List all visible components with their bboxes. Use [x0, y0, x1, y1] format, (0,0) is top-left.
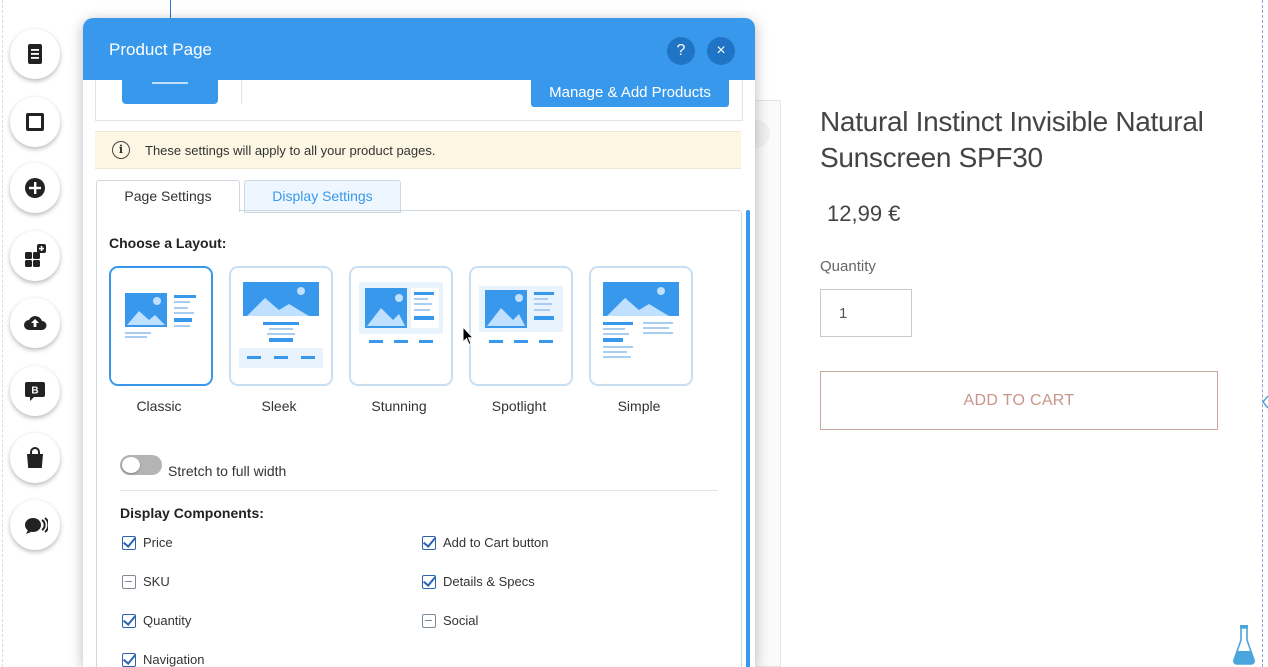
component-quantity[interactable]: Quantity	[122, 613, 191, 628]
manage-products-button[interactable]: Manage & Add Products	[531, 80, 729, 107]
component-price[interactable]: Price	[122, 535, 173, 550]
panel-header[interactable]: Product Page ? ×	[83, 18, 755, 80]
sleek-layout-icon	[239, 282, 323, 368]
quantity-input[interactable]: 1	[820, 289, 912, 337]
component-add-to-cart[interactable]: Add to Cart button	[422, 535, 549, 550]
tab-page-settings[interactable]: Page Settings	[96, 180, 240, 212]
checkbox-icon[interactable]	[422, 613, 436, 628]
checkbox-icon[interactable]	[422, 574, 436, 589]
product-page-panel: Product Page ? × Manage & Add Products i…	[83, 18, 755, 667]
notice-banner: i These settings will apply to all your …	[95, 131, 741, 169]
checkbox-icon[interactable]	[122, 613, 136, 628]
layout-spotlight[interactable]	[469, 266, 573, 386]
page-strip	[755, 100, 781, 667]
component-details-specs[interactable]: Details & Specs	[422, 574, 535, 589]
layout-label-sleek: Sleek	[261, 398, 297, 414]
stretch-toggle[interactable]	[120, 455, 162, 475]
add-apps-icon[interactable]	[10, 231, 60, 281]
spotlight-layout-icon	[479, 286, 563, 343]
background-icon[interactable]	[10, 97, 60, 147]
layout-simple[interactable]	[589, 266, 693, 386]
checkbox-icon[interactable]	[122, 535, 136, 550]
mouse-cursor-icon	[462, 326, 474, 346]
panel-body: Manage & Add Products i These settings w…	[83, 80, 755, 667]
checkbox-icon[interactable]	[122, 652, 136, 667]
quantity-label: Quantity	[820, 258, 876, 275]
panel-title: Product Page	[109, 40, 213, 59]
tab-display-settings[interactable]: Display Settings	[244, 180, 401, 213]
flask-icon[interactable]	[1232, 623, 1256, 665]
components-heading: Display Components:	[120, 505, 264, 521]
svg-text:B: B	[31, 386, 38, 397]
layout-classic[interactable]	[109, 266, 213, 386]
upload-icon[interactable]	[10, 298, 60, 348]
layout-label-spotlight: Spotlight	[491, 398, 547, 414]
product-strip: Manage & Add Products	[95, 80, 743, 121]
add-icon[interactable]	[10, 163, 60, 213]
canvas-right-guide	[1262, 0, 1263, 667]
product-price: 12,99 €	[827, 201, 901, 226]
marketing-icon[interactable]	[10, 500, 60, 550]
editor-left-toolbar: B	[0, 0, 70, 667]
component-sku[interactable]: SKU	[122, 574, 170, 589]
add-to-cart-button[interactable]: ADD TO CART	[820, 371, 1218, 430]
product-thumbnail[interactable]	[122, 80, 218, 104]
strip-divider	[241, 80, 242, 104]
pages-icon[interactable]	[10, 29, 60, 79]
help-icon[interactable]: ?	[667, 37, 695, 65]
layout-heading: Choose a Layout:	[109, 235, 227, 251]
quantity-value: 1	[839, 305, 848, 322]
section-divider	[120, 490, 718, 491]
classic-layout-icon	[125, 293, 196, 338]
toggle-knob	[122, 457, 140, 473]
info-icon: i	[112, 141, 130, 159]
stretch-label: Stretch to full width	[168, 463, 287, 479]
store-icon[interactable]	[10, 433, 60, 483]
component-social[interactable]: Social	[422, 613, 478, 628]
checkbox-icon[interactable]	[122, 574, 136, 589]
component-navigation[interactable]: Navigation	[122, 652, 204, 667]
layout-stunning[interactable]	[349, 266, 453, 386]
notice-text: These settings will apply to all your pr…	[145, 143, 436, 158]
layout-sleek[interactable]	[229, 266, 333, 386]
product-title: Natural Instinct Invisible Natural Sunsc…	[820, 106, 1204, 173]
stunning-layout-icon	[359, 282, 443, 343]
checkbox-icon[interactable]	[422, 535, 436, 550]
canvas-guide-line	[170, 0, 171, 18]
layout-label-stunning: Stunning	[371, 398, 427, 414]
layout-label-classic: Classic	[136, 398, 182, 414]
close-icon[interactable]: ×	[707, 37, 735, 65]
blog-icon[interactable]: B	[10, 366, 60, 416]
panel-scrollbar[interactable]	[746, 210, 750, 667]
layout-label-simple: Simple	[617, 398, 661, 414]
edge-handle-icon[interactable]	[1262, 395, 1268, 409]
simple-layout-icon	[603, 282, 679, 358]
